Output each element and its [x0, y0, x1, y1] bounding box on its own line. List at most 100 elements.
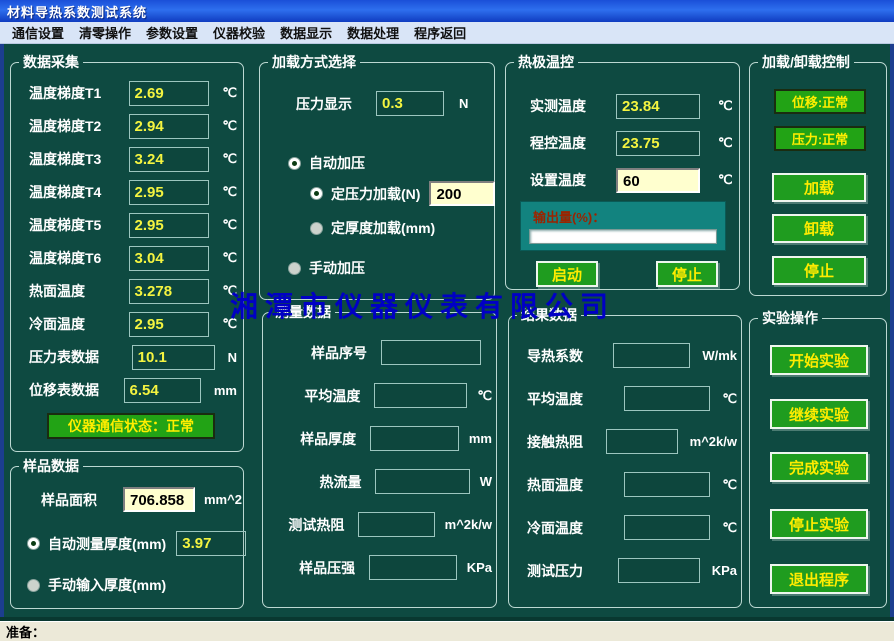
main-area: 数据采集 温度梯度T1 2.69 ℃ 温度梯度T2 2.94 ℃ 温度梯度T3 …	[0, 44, 894, 617]
const-thickness-option[interactable]: 定厚度加载(mm)	[310, 218, 435, 238]
value-display	[369, 555, 457, 580]
value-display: 23.84	[616, 94, 700, 119]
start-heating-button[interactable]: 启动	[536, 261, 598, 287]
panel-results: 结果数据 导热系数 W/mk 平均温度 ℃ 接触热阻 m^2k/w	[508, 315, 742, 608]
panel-data-collection: 数据采集 温度梯度T1 2.69 ℃ 温度梯度T2 2.94 ℃ 温度梯度T3 …	[10, 62, 244, 452]
measurement-row-thermal-resistance: 测试热阻 m^2k/w	[283, 511, 492, 538]
menu-item-communication-settings[interactable]: 通信设置	[6, 23, 70, 43]
field-label: 热流量	[283, 472, 361, 492]
measurement-row-heat-flow: 热流量 W	[283, 468, 492, 495]
unit-label: KPa	[467, 560, 492, 575]
const-pressure-input[interactable]: 200	[429, 181, 495, 206]
field-label: 温度梯度T1	[29, 83, 129, 103]
data-row-t4: 温度梯度T4 2.95 ℃	[29, 179, 237, 205]
panel-loading-mode-title: 加载方式选择	[268, 53, 360, 72]
measurement-row-serial: 样品序号	[283, 339, 492, 366]
const-thickness-radio[interactable]	[310, 222, 323, 235]
field-label: 热面温度	[527, 475, 612, 495]
menu-item-program-return[interactable]: 程序返回	[408, 23, 472, 43]
manual-press-radio[interactable]	[288, 262, 301, 275]
pressure-display-row: 压力显示 0.3 N	[296, 91, 468, 116]
sample-area-label: 样品面积	[41, 490, 123, 510]
unit-label: ℃	[722, 520, 737, 536]
manual-press-option[interactable]: 手动加压	[288, 258, 365, 278]
unit-label: W	[480, 474, 492, 489]
data-row-t3: 温度梯度T3 3.24 ℃	[29, 146, 237, 172]
output-percent-label: 输出量(%)：	[533, 207, 725, 226]
value-display	[624, 472, 711, 497]
manual-thickness-option[interactable]: 手动输入厚度(mm)	[27, 575, 166, 595]
status-bar: 准备：	[0, 621, 894, 641]
exit-program-button[interactable]: 退出程序	[770, 564, 868, 594]
measurement-row-avg-temp: 平均温度 ℃	[283, 382, 492, 409]
pressure-status-indicator: 压力:正常	[774, 126, 866, 151]
continue-experiment-button[interactable]: 继续实验	[770, 399, 868, 429]
measurement-row-thickness: 样品厚度 mm	[283, 425, 492, 452]
set-temp-row: 设置温度 60 ℃	[530, 167, 733, 193]
panel-hot-pole-control: 热极温控 实测温度 23.84 ℃ 程控温度 23.75 ℃ 设置温度 60 ℃	[505, 62, 740, 290]
measurement-row-sample-pressure: 样品压强 KPa	[283, 554, 492, 581]
hot-pole-rows: 实测温度 23.84 ℃ 程控温度 23.75 ℃ 设置温度 60 ℃	[530, 93, 733, 193]
unit-label: ℃	[222, 250, 237, 266]
auto-press-radio[interactable]	[288, 157, 301, 170]
load-button[interactable]: 加载	[772, 173, 866, 202]
data-row-displacement-gauge: 位移表数据 6.54 mm	[29, 377, 237, 403]
unit-label: ℃	[718, 172, 733, 188]
field-label: 接触热阻	[527, 432, 594, 452]
result-row-hot-face: 热面温度 ℃	[527, 471, 737, 498]
auto-press-option[interactable]: 自动加压	[288, 153, 365, 173]
value-display: 10.1	[132, 345, 215, 370]
stop-heating-button[interactable]: 停止	[656, 261, 718, 287]
app-window: 材料导热系数测试系统 通信设置 清零操作 参数设置 仪器校验 数据显示 数据处理…	[0, 0, 894, 641]
field-label: 平均温度	[283, 386, 360, 406]
set-temp-input[interactable]: 60	[616, 168, 700, 193]
field-label: 导热系数	[527, 346, 601, 366]
value-display: 2.94	[129, 114, 210, 139]
unload-button[interactable]: 卸载	[772, 214, 866, 243]
field-label: 实测温度	[530, 96, 616, 116]
unit-label: ℃	[222, 85, 237, 101]
start-experiment-button[interactable]: 开始实验	[770, 345, 868, 375]
field-label: 温度梯度T6	[29, 248, 129, 268]
menu-item-parameter-settings[interactable]: 参数设置	[140, 23, 204, 43]
const-pressure-option[interactable]: 定压力加载(N) 200	[310, 181, 495, 206]
menu-item-zero-operation[interactable]: 清零操作	[73, 23, 137, 43]
field-label: 温度梯度T3	[29, 149, 129, 169]
value-display: 2.69	[129, 81, 210, 106]
unit-label: m^2k/w	[690, 434, 737, 449]
panel-experiment-title: 实验操作	[758, 309, 822, 328]
unit-label: ℃	[718, 135, 733, 151]
window-border-left	[0, 44, 4, 617]
field-label: 程控温度	[530, 133, 616, 153]
pressure-display-unit: N	[459, 96, 468, 111]
unit-label: N	[228, 350, 237, 365]
manual-thickness-radio[interactable]	[27, 579, 40, 592]
value-display: 6.54	[124, 378, 201, 403]
value-display: 3.278	[129, 279, 210, 304]
comm-status-indicator: 仪器通信状态：正常	[47, 413, 215, 439]
window-title: 材料导热系数测试系统	[7, 2, 147, 21]
panel-sample-data-title: 样品数据	[19, 457, 83, 476]
stop-load-button[interactable]: 停止	[772, 256, 866, 285]
value-display	[618, 558, 700, 583]
field-label: 设置温度	[530, 170, 616, 190]
menu-item-data-processing[interactable]: 数据处理	[341, 23, 405, 43]
const-pressure-radio[interactable]	[310, 187, 323, 200]
unit-label: ℃	[718, 98, 733, 114]
auto-thickness-option[interactable]: 自动测量厚度(mm) 3.97	[27, 531, 246, 556]
field-label: 冷面温度	[29, 314, 129, 334]
value-display: 2.95	[129, 213, 210, 238]
manual-thickness-label: 手动输入厚度(mm)	[48, 575, 166, 595]
const-thickness-label: 定厚度加载(mm)	[331, 218, 435, 238]
data-row-t5: 温度梯度T5 2.95 ℃	[29, 212, 237, 238]
window-border-right	[890, 44, 894, 617]
menu-item-data-display[interactable]: 数据显示	[274, 23, 338, 43]
field-label: 测试热阻	[283, 515, 344, 535]
menu-item-instrument-calibration[interactable]: 仪器校验	[207, 23, 271, 43]
unit-label: ℃	[222, 184, 237, 200]
auto-thickness-radio[interactable]	[27, 537, 40, 550]
stop-experiment-button[interactable]: 停止实验	[770, 509, 868, 539]
sample-area-input[interactable]: 706.858	[123, 487, 195, 512]
measured-temp-row: 实测温度 23.84 ℃	[530, 93, 733, 119]
finish-experiment-button[interactable]: 完成实验	[770, 452, 868, 482]
